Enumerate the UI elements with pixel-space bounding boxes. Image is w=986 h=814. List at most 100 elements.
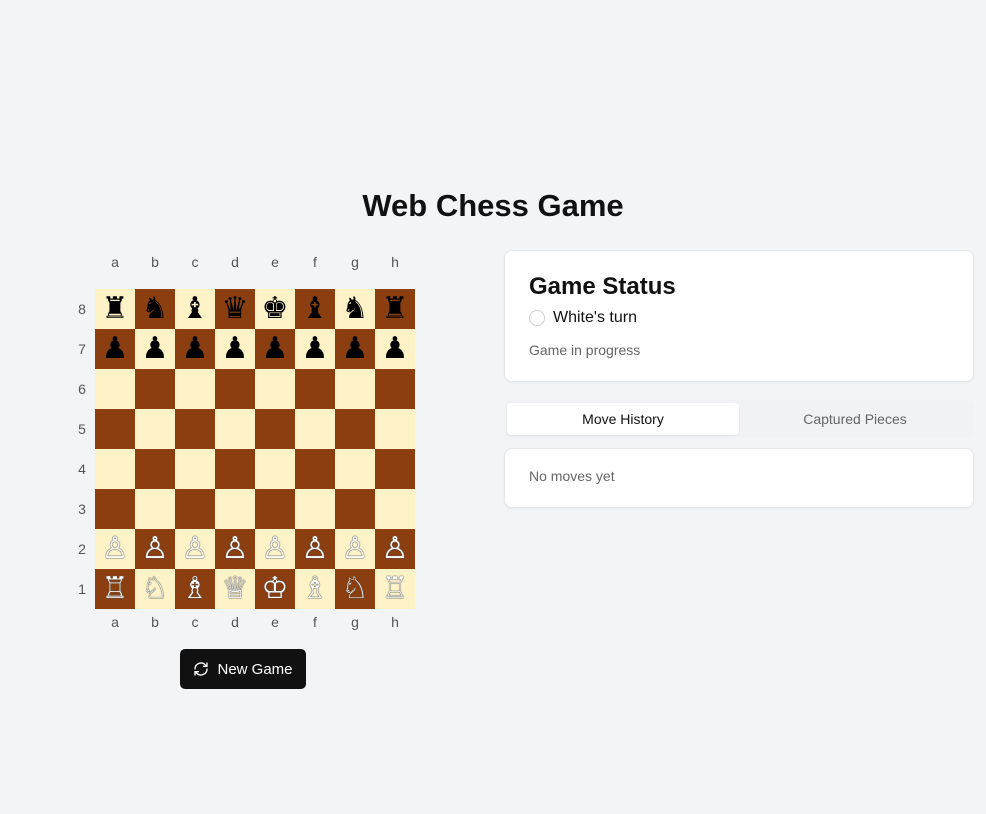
square-h8[interactable]: ♜ (375, 289, 415, 329)
square-h6[interactable] (375, 369, 415, 409)
square-g4[interactable] (335, 449, 375, 489)
square-h7[interactable]: ♟ (375, 329, 415, 369)
chess-piece[interactable]: ♟ (222, 329, 249, 369)
square-d8[interactable]: ♛ (215, 289, 255, 329)
square-g1[interactable]: ♘ (335, 569, 375, 609)
square-b1[interactable]: ♘ (135, 569, 175, 609)
square-a8[interactable]: ♜ (95, 289, 135, 329)
square-b6[interactable] (135, 369, 175, 409)
square-e3[interactable] (255, 489, 295, 529)
chess-piece[interactable]: ♟ (102, 329, 129, 369)
square-c5[interactable] (175, 409, 215, 449)
chess-piece[interactable]: ♙ (222, 529, 249, 569)
square-a2[interactable]: ♙ (95, 529, 135, 569)
chess-piece[interactable]: ♙ (102, 529, 129, 569)
square-g2[interactable]: ♙ (335, 529, 375, 569)
square-b8[interactable]: ♞ (135, 289, 175, 329)
square-a3[interactable] (95, 489, 135, 529)
chess-piece[interactable]: ♗ (182, 569, 209, 609)
square-a7[interactable]: ♟ (95, 329, 135, 369)
chess-piece[interactable]: ♖ (382, 569, 409, 609)
chess-piece[interactable]: ♙ (142, 529, 169, 569)
square-e1[interactable]: ♔ (255, 569, 295, 609)
square-a1[interactable]: ♖ (95, 569, 135, 609)
chess-piece[interactable]: ♞ (142, 289, 169, 329)
square-a5[interactable] (95, 409, 135, 449)
square-g5[interactable] (335, 409, 375, 449)
square-e5[interactable] (255, 409, 295, 449)
square-g8[interactable]: ♞ (335, 289, 375, 329)
square-f8[interactable]: ♝ (295, 289, 335, 329)
square-e6[interactable] (255, 369, 295, 409)
square-g7[interactable]: ♟ (335, 329, 375, 369)
square-h3[interactable] (375, 489, 415, 529)
square-a4[interactable] (95, 449, 135, 489)
square-c2[interactable]: ♙ (175, 529, 215, 569)
square-d1[interactable]: ♕ (215, 569, 255, 609)
chess-piece[interactable]: ♕ (222, 569, 249, 609)
square-f6[interactable] (295, 369, 335, 409)
chess-piece[interactable]: ♞ (342, 289, 369, 329)
square-c6[interactable] (175, 369, 215, 409)
tab-move-history[interactable]: Move History (507, 403, 739, 435)
square-d6[interactable] (215, 369, 255, 409)
square-f7[interactable]: ♟ (295, 329, 335, 369)
square-d2[interactable]: ♙ (215, 529, 255, 569)
square-h2[interactable]: ♙ (375, 529, 415, 569)
square-b2[interactable]: ♙ (135, 529, 175, 569)
chess-piece[interactable]: ♙ (182, 529, 209, 569)
square-h4[interactable] (375, 449, 415, 489)
square-h1[interactable]: ♖ (375, 569, 415, 609)
chess-piece[interactable]: ♙ (302, 529, 329, 569)
chess-piece[interactable]: ♖ (102, 569, 129, 609)
square-e7[interactable]: ♟ (255, 329, 295, 369)
chess-piece[interactable]: ♜ (382, 289, 409, 329)
square-f3[interactable] (295, 489, 335, 529)
file-label: g (351, 614, 359, 630)
square-b5[interactable] (135, 409, 175, 449)
square-d5[interactable] (215, 409, 255, 449)
chess-piece[interactable]: ♟ (342, 329, 369, 369)
square-f1[interactable]: ♗ (295, 569, 335, 609)
square-e8[interactable]: ♚ (255, 289, 295, 329)
square-b7[interactable]: ♟ (135, 329, 175, 369)
chess-piece[interactable]: ♙ (342, 529, 369, 569)
square-g6[interactable] (335, 369, 375, 409)
square-g3[interactable] (335, 489, 375, 529)
chess-piece[interactable]: ♜ (102, 289, 129, 329)
square-b4[interactable] (135, 449, 175, 489)
square-c4[interactable] (175, 449, 215, 489)
chess-piece[interactable]: ♘ (142, 569, 169, 609)
chess-piece[interactable]: ♗ (302, 569, 329, 609)
square-c1[interactable]: ♗ (175, 569, 215, 609)
tab-captured-pieces[interactable]: Captured Pieces (739, 403, 971, 435)
square-f4[interactable] (295, 449, 335, 489)
chess-piece[interactable]: ♟ (142, 329, 169, 369)
chess-piece[interactable]: ♝ (182, 289, 209, 329)
chess-piece[interactable]: ♙ (382, 529, 409, 569)
new-game-button[interactable]: New Game (180, 649, 306, 689)
square-b3[interactable] (135, 489, 175, 529)
chess-piece[interactable]: ♙ (262, 529, 289, 569)
square-d4[interactable] (215, 449, 255, 489)
square-d7[interactable]: ♟ (215, 329, 255, 369)
chess-piece[interactable]: ♟ (302, 329, 329, 369)
square-d3[interactable] (215, 489, 255, 529)
chess-piece[interactable]: ♔ (262, 569, 289, 609)
square-h5[interactable] (375, 409, 415, 449)
chess-piece[interactable]: ♝ (302, 289, 329, 329)
chess-piece[interactable]: ♚ (262, 289, 289, 329)
square-a6[interactable] (95, 369, 135, 409)
chess-piece[interactable]: ♟ (182, 329, 209, 369)
chess-piece[interactable]: ♟ (262, 329, 289, 369)
square-c8[interactable]: ♝ (175, 289, 215, 329)
chess-piece[interactable]: ♛ (222, 289, 249, 329)
square-e2[interactable]: ♙ (255, 529, 295, 569)
chess-piece[interactable]: ♟ (382, 329, 409, 369)
square-e4[interactable] (255, 449, 295, 489)
square-f2[interactable]: ♙ (295, 529, 335, 569)
square-c3[interactable] (175, 489, 215, 529)
square-f5[interactable] (295, 409, 335, 449)
chess-piece[interactable]: ♘ (342, 569, 369, 609)
square-c7[interactable]: ♟ (175, 329, 215, 369)
